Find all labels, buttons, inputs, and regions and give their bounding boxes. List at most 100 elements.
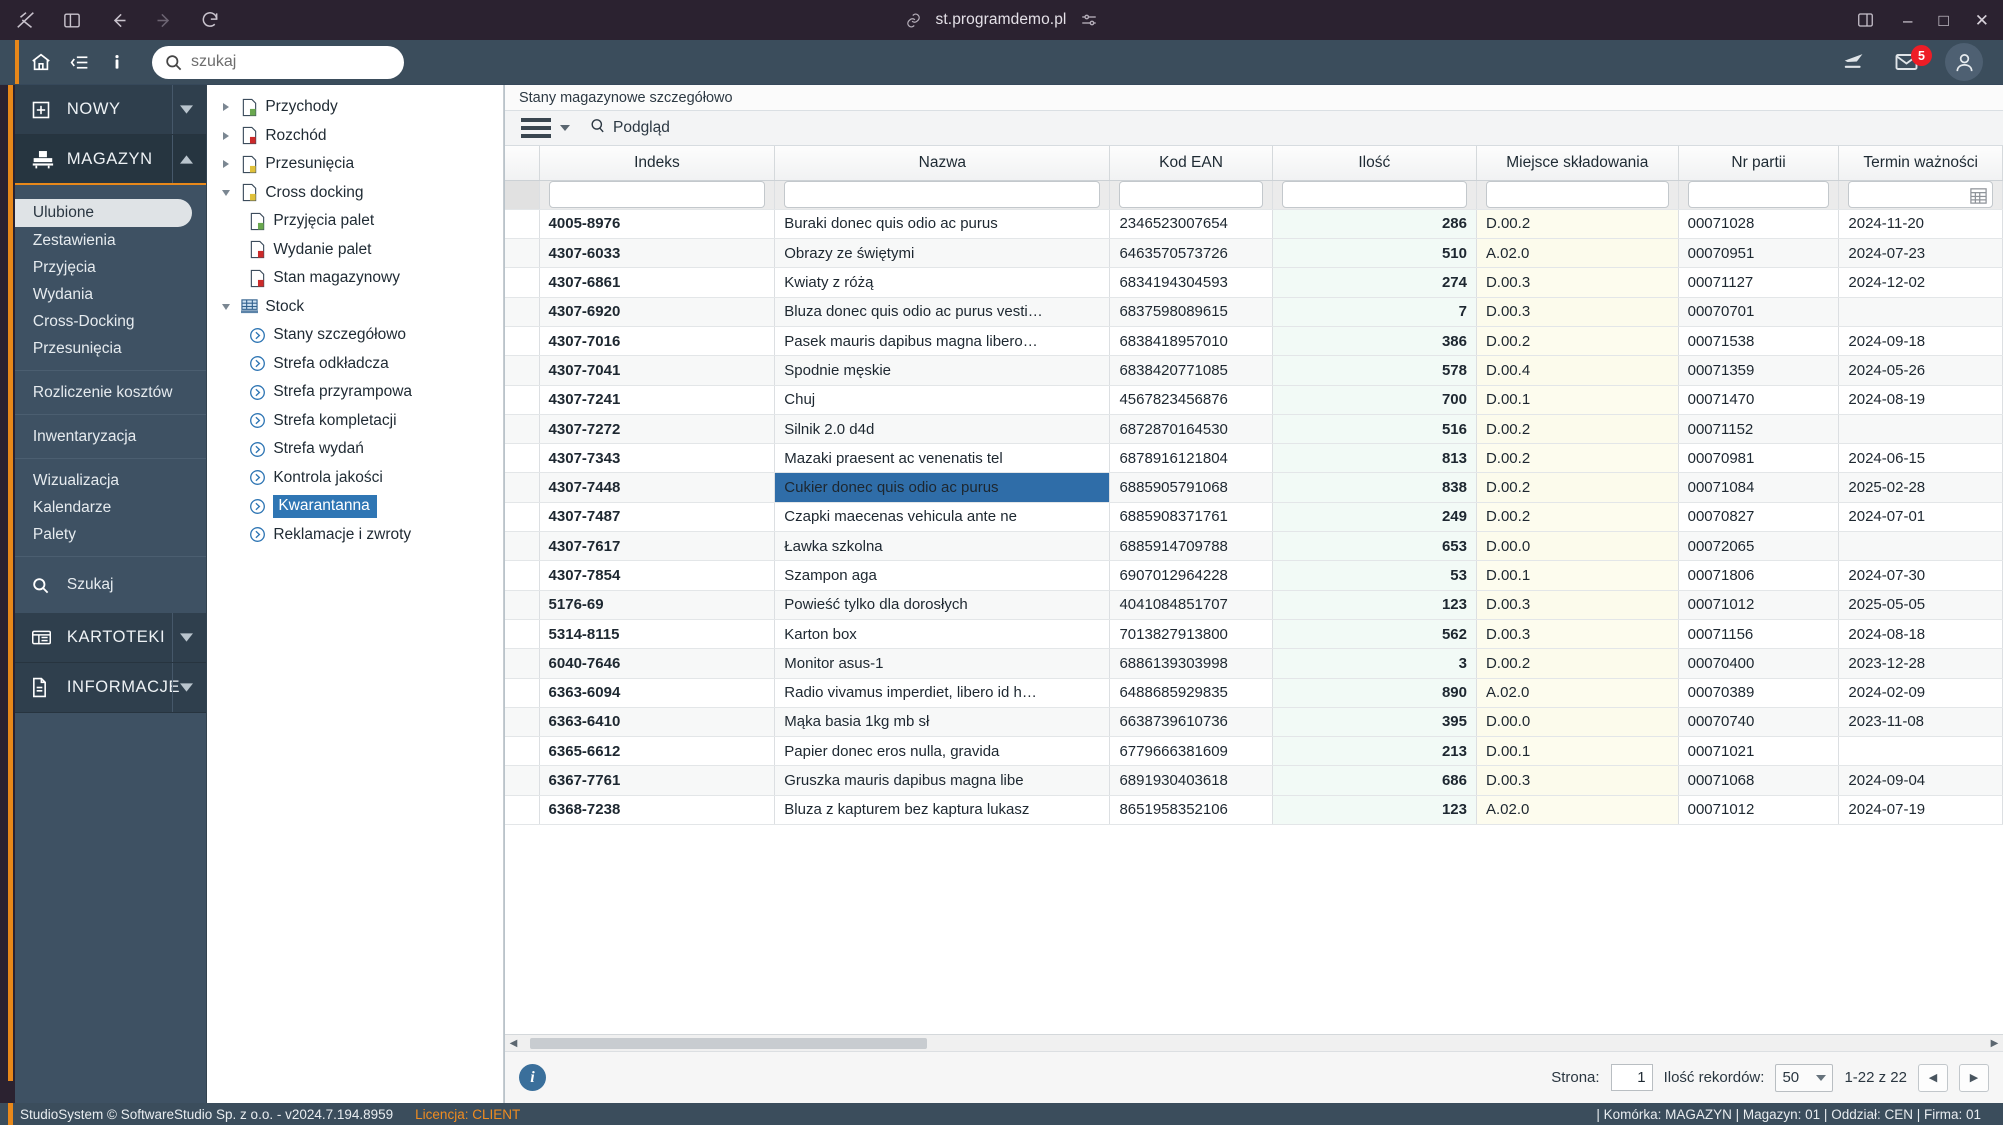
cell-termin-waznosci[interactable]: 2024-07-30: [1838, 560, 2003, 591]
records-per-page-select[interactable]: 50: [1775, 1063, 1834, 1092]
tree-item-strefa-odk-adcza[interactable]: Strefa odkładcza: [207, 350, 503, 379]
chevron-down-icon[interactable]: [172, 85, 200, 134]
cell-ilosc[interactable]: 213: [1272, 736, 1477, 767]
table-row[interactable]: 4307-7041 Spodnie męskie 6838420771085 578 D…: [504, 355, 2003, 386]
cell-ilosc[interactable]: 395: [1272, 707, 1477, 738]
cell-miejsce-skladowania[interactable]: D.00.2: [1476, 502, 1679, 533]
row-selector-cell[interactable]: [504, 765, 540, 796]
cell-miejsce-skladowania[interactable]: A.02.0: [1476, 238, 1679, 269]
table-row[interactable]: 5314-8115 Karton box 7013827913800 562 D.00.…: [504, 619, 2003, 650]
cell-miejsce-skladowania[interactable]: A.02.0: [1476, 795, 1679, 826]
cell-termin-waznosci[interactable]: 2024-08-18: [1838, 619, 2003, 650]
cell-indeks[interactable]: 4307-7854: [539, 560, 776, 591]
cell-nr-partii[interactable]: 00070951: [1678, 238, 1840, 269]
cell-miejsce-skladowania[interactable]: D.00.2: [1476, 443, 1679, 474]
column-header-ilosc[interactable]: Ilość: [1272, 146, 1477, 181]
scroll-track[interactable]: [521, 1036, 1986, 1050]
filter-input-ilosc[interactable]: [1281, 181, 1467, 209]
cell-kod-ean[interactable]: 4567823456876: [1109, 385, 1273, 415]
cell-nr-partii[interactable]: 00071806: [1678, 560, 1840, 591]
page-input[interactable]: [1610, 1064, 1653, 1091]
cell-indeks[interactable]: 6365-6612: [539, 736, 776, 767]
column-header-indeks[interactable]: Indeks: [539, 146, 776, 181]
column-header-termin-waznosci[interactable]: Termin ważności: [1838, 146, 2003, 181]
tree-item-wydanie-palet[interactable]: Wydanie palet: [207, 236, 503, 265]
tree-item-stany-szczeg-owo[interactable]: Stany szczegółowo: [207, 321, 503, 350]
cell-ilosc[interactable]: 510: [1272, 238, 1477, 269]
cell-miejsce-skladowania[interactable]: D.00.2: [1476, 209, 1679, 240]
filter-input-nr-partii[interactable]: [1687, 181, 1830, 209]
sidebar-group-magazyn[interactable]: MAGAZYN: [14, 135, 207, 185]
sidebar-item-cross-docking[interactable]: Cross-Docking: [15, 308, 206, 335]
sidebar-item-przesuniecia[interactable]: Przesunięcia: [15, 335, 206, 362]
cell-kod-ean[interactable]: 6838420771085: [1109, 355, 1273, 386]
row-selector-cell[interactable]: [504, 502, 540, 533]
cell-termin-waznosci[interactable]: 2024-11-20: [1838, 209, 2003, 240]
filter-input-miejsce-skladowania[interactable]: [1485, 181, 1669, 209]
column-header-nazwa[interactable]: Nazwa: [774, 146, 1111, 181]
row-selector-cell[interactable]: [504, 560, 540, 591]
cell-kod-ean[interactable]: 6885908371761: [1109, 502, 1273, 533]
cell-indeks[interactable]: 4307-7343: [539, 443, 776, 474]
cell-kod-ean[interactable]: 6885905791068: [1109, 472, 1273, 503]
table-row[interactable]: 4005-8976 Buraki donec quis odio ac purus…: [504, 209, 2003, 240]
cell-miejsce-skladowania[interactable]: D.00.3: [1476, 267, 1679, 298]
minimize-icon[interactable]: –: [1903, 12, 1912, 29]
sidebar-group-kartoteki[interactable]: KARTOTEKI: [14, 613, 207, 663]
sidebar-item-ulubione[interactable]: Ulubione: [14, 199, 193, 227]
address-bar[interactable]: st.programdemo.pl: [0, 0, 2003, 40]
cell-nazwa[interactable]: Buraki donec quis odio ac purus: [774, 209, 1111, 240]
cell-nr-partii[interactable]: 00071012: [1678, 590, 1840, 620]
row-selector-cell[interactable]: [504, 414, 540, 445]
table-row[interactable]: 4307-7448 Cukier donec quis odio ac purus…: [504, 472, 2003, 503]
sidebar-item-kalendarze[interactable]: Kalendarze: [15, 494, 206, 521]
cell-kod-ean[interactable]: 6779666381609: [1109, 736, 1273, 767]
cell-indeks[interactable]: 5314-8115: [539, 619, 776, 650]
tree-item-stan-magazynowy[interactable]: Stan magazynowy: [207, 264, 503, 293]
cell-kod-ean[interactable]: 2346523007654: [1109, 209, 1273, 240]
row-selector-cell[interactable]: [504, 707, 540, 738]
row-selector-cell[interactable]: [504, 795, 540, 826]
send-icon[interactable]: [1842, 51, 1868, 73]
cell-termin-waznosci[interactable]: [1838, 736, 2003, 767]
cell-indeks[interactable]: 4307-6861: [539, 267, 776, 298]
cell-kod-ean[interactable]: 6872870164530: [1109, 414, 1273, 445]
cell-nr-partii[interactable]: 00071028: [1678, 209, 1840, 240]
tree-item-przychody[interactable]: Przychody: [207, 93, 503, 122]
cell-indeks[interactable]: 4307-6033: [539, 238, 776, 269]
search-field[interactable]: [191, 53, 392, 71]
filter-input-nazwa[interactable]: [784, 181, 1101, 209]
sidebar-item-przyjecia[interactable]: Przyjęcia: [15, 254, 206, 281]
sidebar-item-palety[interactable]: Palety: [15, 521, 206, 548]
cell-miejsce-skladowania[interactable]: A.02.0: [1476, 678, 1679, 708]
row-selector-cell[interactable]: [504, 238, 540, 269]
cell-miejsce-skladowania[interactable]: D.00.2: [1476, 326, 1679, 357]
cell-indeks[interactable]: 4005-8976: [539, 209, 776, 240]
row-selector-cell[interactable]: [504, 619, 540, 650]
cell-indeks[interactable]: 4307-7272: [539, 414, 776, 445]
cell-nr-partii[interactable]: 00071359: [1678, 355, 1840, 386]
cell-ilosc[interactable]: 700: [1272, 385, 1477, 415]
cell-nazwa[interactable]: Kwiaty z różą: [774, 267, 1111, 298]
cell-nazwa[interactable]: Mazaki praesent ac venenatis tel: [774, 443, 1111, 474]
cell-termin-waznosci[interactable]: 2025-05-05: [1838, 590, 2003, 620]
filter-input-termin-waznosci[interactable]: [1848, 181, 1993, 209]
cell-nazwa[interactable]: Cukier donec quis odio ac purus: [774, 472, 1111, 503]
cell-ilosc[interactable]: 516: [1272, 414, 1477, 445]
cell-miejsce-skladowania[interactable]: D.00.2: [1476, 414, 1679, 445]
cell-nr-partii[interactable]: 00071127: [1678, 267, 1840, 298]
cell-kod-ean[interactable]: 6834194304593: [1109, 267, 1273, 298]
app-logo-icon[interactable]: [14, 8, 38, 32]
cell-indeks[interactable]: 6367-7761: [539, 765, 776, 796]
cell-miejsce-skladowania[interactable]: D.00.0: [1476, 707, 1679, 738]
cell-kod-ean[interactable]: 4041084851707: [1109, 590, 1273, 620]
cell-nr-partii[interactable]: 00071021: [1678, 736, 1840, 767]
table-row[interactable]: 4307-6920 Bluza donec quis odio ac purus …: [504, 297, 2003, 327]
tree-item-strefa-kompletacji[interactable]: Strefa kompletacji: [207, 407, 503, 436]
column-header-nr-partii[interactable]: Nr partii: [1678, 146, 1840, 181]
tree-item-przyj-cia-palet[interactable]: Przyjęcia palet: [207, 207, 503, 236]
cell-miejsce-skladowania[interactable]: D.00.3: [1476, 297, 1679, 327]
cell-nazwa[interactable]: Ławka szkolna: [774, 531, 1111, 562]
sidebar-toggle-icon[interactable]: [60, 8, 84, 32]
tree-collapse-icon[interactable]: [215, 189, 237, 196]
